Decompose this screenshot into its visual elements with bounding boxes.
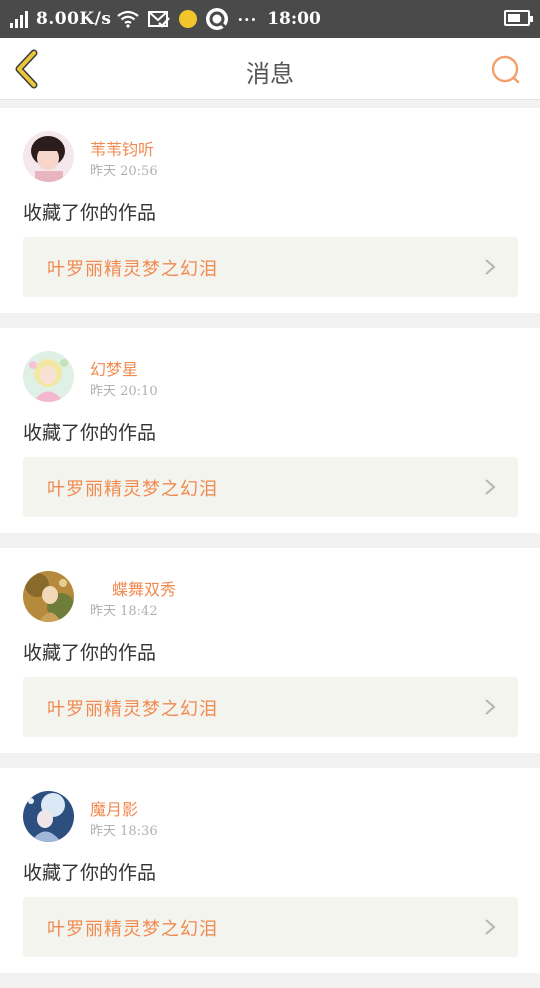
avatar[interactable]: [23, 351, 74, 402]
battery-icon: [504, 10, 533, 26]
app-q-icon: [205, 7, 229, 31]
username[interactable]: 幻梦星: [90, 356, 138, 380]
more-notifications: ···: [237, 9, 258, 29]
work-link[interactable]: 叶罗丽精灵梦之幻泪: [23, 897, 518, 957]
username[interactable]: 蝶舞双秀: [112, 576, 176, 600]
timestamp: 昨天 20:56: [90, 164, 158, 179]
page-title: 消息: [246, 60, 294, 88]
network-speed: 8.00K/s: [36, 9, 112, 29]
message-item: 苇苇钧听 昨天 20:56 收藏了你的作品 叶罗丽精灵梦之幻泪: [0, 108, 540, 313]
status-bar: 8.00K/s ··· 18:00: [0, 0, 540, 38]
action-text: 收藏了你的作品: [23, 642, 157, 664]
work-title: 叶罗丽精灵梦之幻泪: [47, 259, 218, 280]
work-link[interactable]: 叶罗丽精灵梦之幻泪: [23, 677, 518, 737]
search-button[interactable]: [488, 52, 524, 88]
message-check-icon: [147, 9, 171, 29]
chevron-right-icon: [485, 479, 496, 495]
work-title: 叶罗丽精灵梦之幻泪: [47, 479, 218, 500]
clock: 18:00: [267, 9, 321, 29]
work-title: 叶罗丽精灵梦之幻泪: [47, 919, 218, 940]
timestamp: 昨天 18:42: [90, 604, 158, 619]
message-item: 魔月影 昨天 18:36 收藏了你的作品 叶罗丽精灵梦之幻泪: [0, 768, 540, 973]
message-item: 幻梦星 昨天 20:10 收藏了你的作品 叶罗丽精灵梦之幻泪: [0, 328, 540, 533]
message-item: 蝶舞双秀 昨天 18:42 收藏了你的作品 叶罗丽精灵梦之幻泪: [0, 548, 540, 753]
search-icon: [491, 55, 520, 84]
action-text: 收藏了你的作品: [23, 202, 157, 224]
timestamp: 昨天 20:10: [90, 384, 158, 399]
username[interactable]: 魔月影: [90, 796, 138, 820]
signal-icon: [10, 10, 30, 28]
wifi-icon: [117, 10, 140, 28]
app-header: 消息: [0, 38, 540, 100]
action-text: 收藏了你的作品: [23, 422, 157, 444]
work-title: 叶罗丽精灵梦之幻泪: [47, 699, 218, 720]
avatar[interactable]: [23, 791, 74, 842]
chevron-right-icon: [485, 699, 496, 715]
chevron-right-icon: [485, 259, 496, 275]
avatar[interactable]: [23, 131, 74, 182]
message-list: 苇苇钧听 昨天 20:56 收藏了你的作品 叶罗丽精灵梦之幻泪 幻梦星 昨天 2…: [0, 108, 540, 988]
action-text: 收藏了你的作品: [23, 862, 157, 884]
username[interactable]: 苇苇钧听: [90, 136, 154, 160]
work-link[interactable]: 叶罗丽精灵梦之幻泪: [23, 237, 518, 297]
work-link[interactable]: 叶罗丽精灵梦之幻泪: [23, 457, 518, 517]
timestamp: 昨天 18:36: [90, 824, 158, 839]
chevron-right-icon: [485, 919, 496, 935]
notification-dot-icon: [179, 10, 198, 28]
avatar[interactable]: [23, 571, 74, 622]
